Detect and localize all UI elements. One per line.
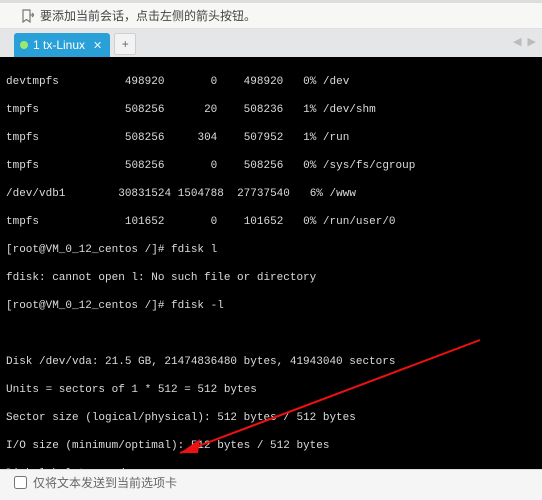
send-current-tab-checkbox[interactable] xyxy=(14,476,27,489)
close-icon[interactable]: ✕ xyxy=(93,39,102,52)
session-hint-bar: 要添加当前会话，点击左侧的箭头按钮。 xyxy=(0,3,542,29)
send-scope-label: 仅将文本发送到当前选项卡 xyxy=(33,474,177,491)
status-dot-icon xyxy=(20,41,28,49)
tab-scroll-controls: ◀ ▶ xyxy=(510,35,536,48)
scroll-right-icon[interactable]: ▶ xyxy=(528,36,536,48)
send-scope-bar: 仅将文本发送到当前选项卡 xyxy=(0,469,542,495)
tab-session[interactable]: 1 tx-Linux ✕ xyxy=(14,33,110,57)
scroll-left-icon[interactable]: ◀ xyxy=(513,36,521,48)
tab-strip: 1 tx-Linux ✕ + ◀ ▶ xyxy=(0,29,542,57)
new-tab-button[interactable]: + xyxy=(114,33,136,55)
terminal-output[interactable]: devtmpfs 498920 0 498920 0% /dev tmpfs 5… xyxy=(0,57,542,469)
bookmark-icon xyxy=(20,9,34,23)
hint-text: 要添加当前会话，点击左侧的箭头按钮。 xyxy=(40,7,256,24)
tab-label: 1 tx-Linux xyxy=(33,38,85,52)
